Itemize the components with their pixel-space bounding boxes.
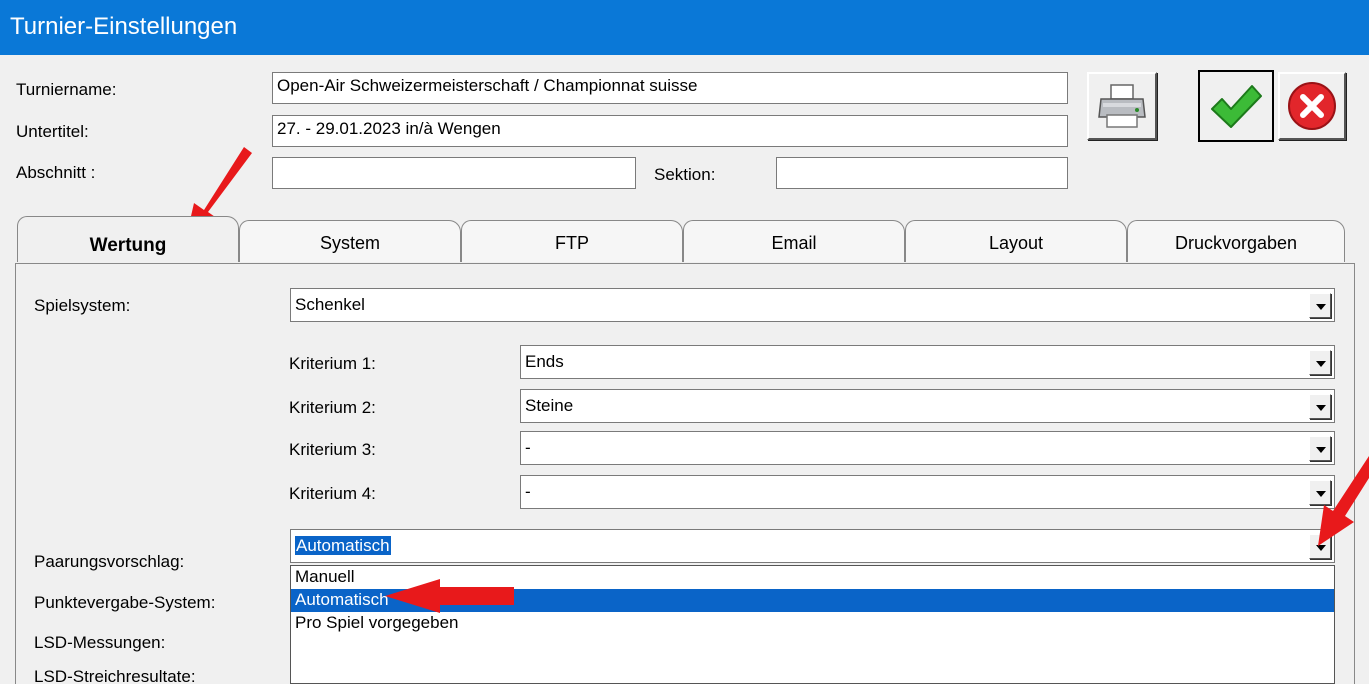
tab-wertung[interactable]: Wertung <box>17 216 239 262</box>
red-arrow-icon <box>1318 456 1369 546</box>
red-arrow-icon <box>385 579 514 613</box>
annotation-arrows <box>186 147 1369 613</box>
